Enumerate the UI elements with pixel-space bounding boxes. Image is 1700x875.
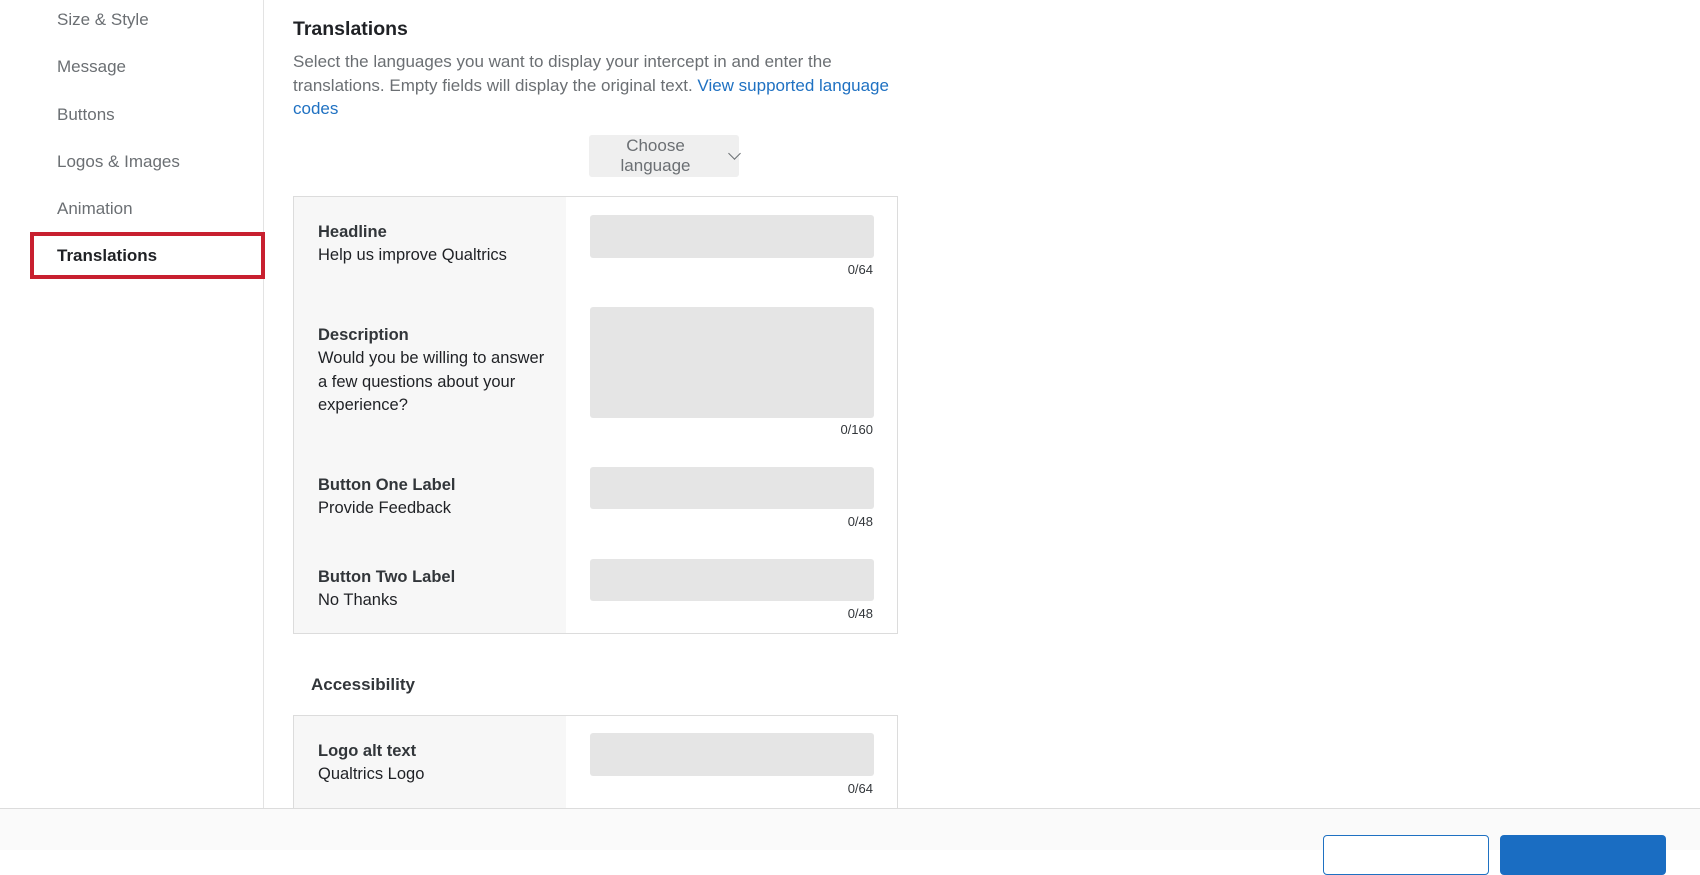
sidebar-item-buttons[interactable]: Buttons	[30, 91, 265, 138]
choose-language-label: Choose language	[620, 136, 691, 175]
field-original-text: No Thanks	[318, 591, 398, 609]
character-counter: 0/160	[840, 422, 873, 437]
field-label: Logo alt text	[318, 742, 417, 760]
sidebar-item-message[interactable]: Message	[30, 43, 265, 90]
accessibility-title: Accessibility	[311, 675, 415, 694]
primary-action-button[interactable]	[1500, 835, 1666, 875]
sidebar-item-label: Translations	[57, 245, 158, 265]
sidebar-item-label: Buttons	[57, 104, 115, 124]
character-counter: 0/64	[847, 262, 873, 277]
field-original-text: Provide Feedback	[318, 499, 451, 517]
field-original-text: Would you be willing to answer a few que…	[318, 349, 545, 414]
chevron-down-icon	[728, 147, 741, 160]
footer-bar	[0, 808, 1700, 875]
button-two-translation-input[interactable]	[590, 559, 874, 601]
character-counter: 0/48	[847, 606, 873, 621]
sidebar-item-label: Message	[57, 56, 126, 76]
field-label: Button One Label	[318, 476, 456, 494]
sidebar-item-translations[interactable]: Translations	[30, 232, 265, 279]
sidebar-item-label: Size & Style	[57, 9, 149, 29]
section-title: Translations	[293, 18, 408, 40]
button-one-translation-input[interactable]	[590, 467, 874, 509]
sidebar-item-label: Logos & Images	[57, 151, 180, 171]
field-label: Button Two Label	[318, 568, 456, 586]
field-label: Description	[318, 326, 409, 344]
intro-text: Select the languages you want to display…	[293, 50, 893, 121]
character-counter: 0/48	[847, 514, 873, 529]
headline-translation-input[interactable]	[590, 215, 874, 258]
sidebar-item-label: Animation	[57, 198, 133, 218]
sidebar-item-logos-images[interactable]: Logos & Images	[30, 138, 265, 185]
translation-fields-card: Headline Help us improve Qualtrics 0/64 …	[293, 196, 898, 634]
translations-panel: Translations Select the languages you wa…	[265, 0, 1700, 825]
field-original-text: Qualtrics Logo	[318, 765, 425, 783]
description-translation-input[interactable]	[590, 307, 874, 418]
secondary-action-button[interactable]	[1323, 835, 1489, 875]
field-original-text: Help us improve Qualtrics	[318, 246, 507, 264]
choose-language-dropdown[interactable]: Choose language	[589, 135, 741, 177]
character-counter: 0/64	[847, 781, 873, 796]
sidebar-item-animation[interactable]: Animation	[30, 185, 265, 232]
logo-alt-text-translation-input[interactable]	[590, 733, 874, 776]
field-label: Headline	[318, 223, 387, 241]
sidebar-item-size-style[interactable]: Size & Style	[30, 0, 265, 43]
sidebar-nav: Size & Style Message Buttons Logos & Ima…	[0, 0, 265, 808]
